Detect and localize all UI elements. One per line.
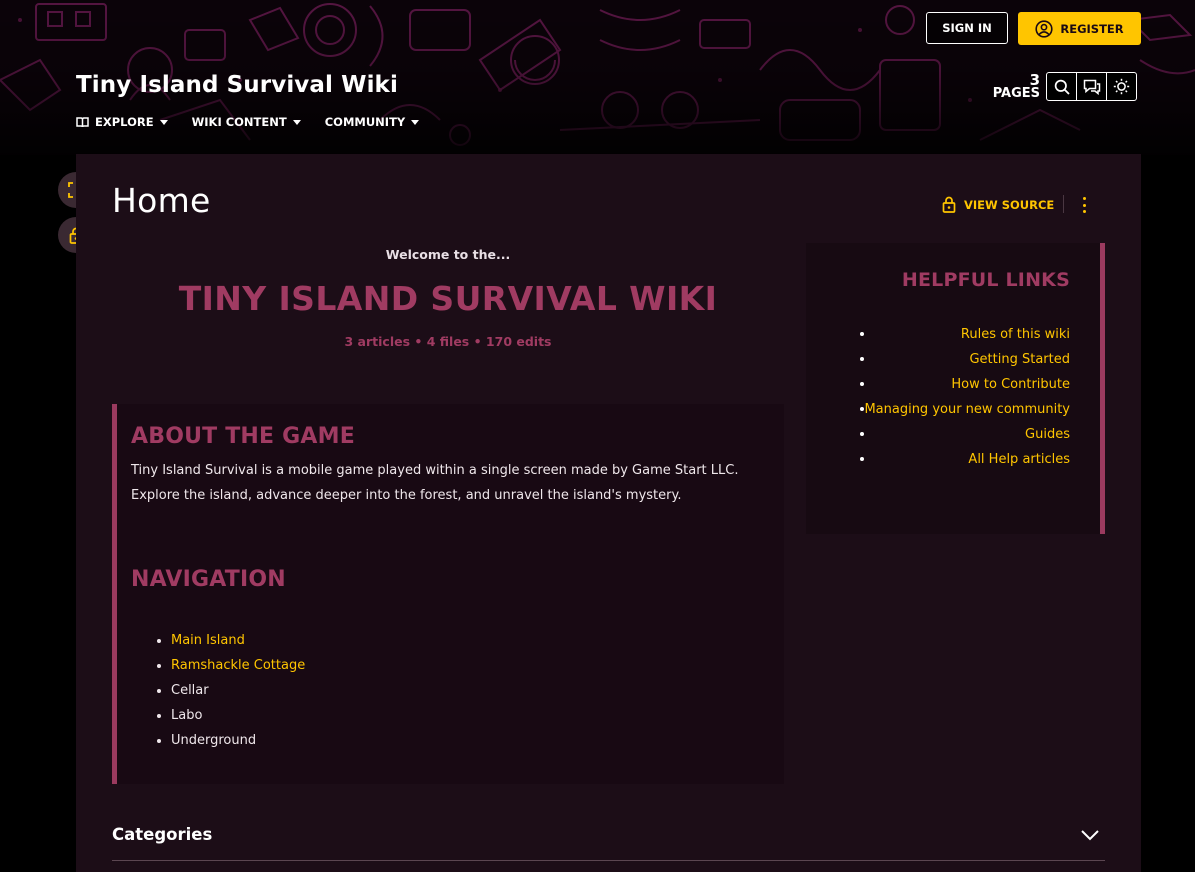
navigation-list: Main Island Ramshackle Cottage Cellar La… xyxy=(153,628,305,753)
navigation-text: Labo xyxy=(171,708,203,723)
list-item: Cellar xyxy=(171,678,305,703)
search-button[interactable] xyxy=(1046,72,1077,101)
wiki-main-title: TINY ISLAND SURVIVAL WIKI xyxy=(178,279,718,318)
helpful-link[interactable]: How to Contribute xyxy=(860,372,1070,397)
register-button[interactable]: REGISTER xyxy=(1018,12,1141,45)
welcome-text: Welcome to the... xyxy=(385,247,511,262)
list-item: Labo xyxy=(171,703,305,728)
about-line: Tiny Island Survival is a mobile game pl… xyxy=(131,463,739,478)
lock-icon xyxy=(942,196,956,213)
book-icon xyxy=(76,116,89,127)
header-tools xyxy=(1046,72,1137,101)
list-item[interactable]: Ramshackle Cottage xyxy=(171,653,305,678)
categories-divider xyxy=(112,860,1105,861)
helpful-link[interactable]: All Help articles xyxy=(860,447,1070,472)
discussions-button[interactable] xyxy=(1076,72,1107,101)
navigation-heading: NAVIGATION xyxy=(131,567,286,592)
view-source-label: VIEW SOURCE xyxy=(964,197,1055,212)
main-content: Home VIEW SOURCE Welcome to the... TINY … xyxy=(76,154,1141,872)
theme-toggle-button[interactable] xyxy=(1106,72,1137,101)
wiki-stats: 3 articles • 4 files • 170 edits xyxy=(344,334,552,349)
list-item[interactable]: Main Island xyxy=(171,628,305,653)
chevron-down-icon xyxy=(411,119,420,125)
about-line: Explore the island, advance deeper into … xyxy=(131,488,682,503)
wiki-nav: EXPLORE WIKI CONTENT COMMUNITY xyxy=(76,114,443,130)
list-item: Underground xyxy=(171,728,305,753)
wiki-title[interactable]: Tiny Island Survival Wiki xyxy=(76,72,398,98)
helpful-links-heading: HELPFUL LINKS xyxy=(901,269,1070,291)
view-source-button[interactable]: VIEW SOURCE xyxy=(942,196,1054,213)
pages-count-number: 3 xyxy=(1029,71,1040,89)
pages-count-label: PAGES xyxy=(992,86,1040,101)
about-navigation-box: ABOUT THE GAME Tiny Island Survival is a… xyxy=(112,404,784,784)
user-icon xyxy=(1035,19,1053,38)
theme-toggle-icon xyxy=(1113,78,1130,95)
more-dot-icon xyxy=(1082,203,1086,207)
navigation-text: Cellar xyxy=(171,683,209,698)
helpful-link[interactable]: Guides xyxy=(860,422,1070,447)
nav-explore-label: EXPLORE xyxy=(95,115,154,129)
page-title: Home xyxy=(112,181,211,220)
more-dot-icon xyxy=(1082,210,1086,213)
more-dot-icon xyxy=(1082,197,1086,200)
nav-wiki-content-label: WIKI CONTENT xyxy=(191,115,287,129)
navigation-link[interactable]: Ramshackle Cottage xyxy=(171,658,305,673)
nav-explore[interactable]: EXPLORE xyxy=(76,114,168,130)
chevron-down-icon xyxy=(292,119,301,125)
categories-toggle[interactable]: Categories xyxy=(112,825,212,844)
chevron-down-icon xyxy=(159,119,168,125)
nav-community[interactable]: COMMUNITY xyxy=(325,114,420,130)
sign-in-button[interactable]: SIGN IN xyxy=(926,12,1008,44)
chevron-down-icon[interactable] xyxy=(1080,829,1100,841)
helpful-links-box: HELPFUL LINKS Rules of this wiki Getting… xyxy=(806,243,1105,534)
navigation-link[interactable]: Main Island xyxy=(171,633,245,648)
helpful-link[interactable]: Getting Started xyxy=(860,347,1070,372)
register-label: REGISTER xyxy=(1060,21,1124,36)
about-heading: ABOUT THE GAME xyxy=(131,424,355,449)
more-actions-button[interactable] xyxy=(1076,195,1092,215)
navigation-text: Underground xyxy=(171,733,257,748)
helpful-link[interactable]: Rules of this wiki xyxy=(860,322,1070,347)
helpful-link[interactable]: Managing your new community xyxy=(860,397,1070,422)
nav-community-label: COMMUNITY xyxy=(324,115,406,129)
nav-wiki-content[interactable]: WIKI CONTENT xyxy=(192,114,301,130)
search-icon xyxy=(1054,79,1070,95)
divider xyxy=(1063,195,1064,213)
about-description: Tiny Island Survival is a mobile game pl… xyxy=(131,458,771,508)
discussion-icon xyxy=(1083,79,1100,95)
helpful-links-list: Rules of this wiki Getting Started How t… xyxy=(860,322,1070,472)
pages-counter: 3 PAGES xyxy=(986,73,1040,101)
wiki-header: Tiny Island Survival Wiki EXPLORE WIKI C… xyxy=(0,0,1195,155)
